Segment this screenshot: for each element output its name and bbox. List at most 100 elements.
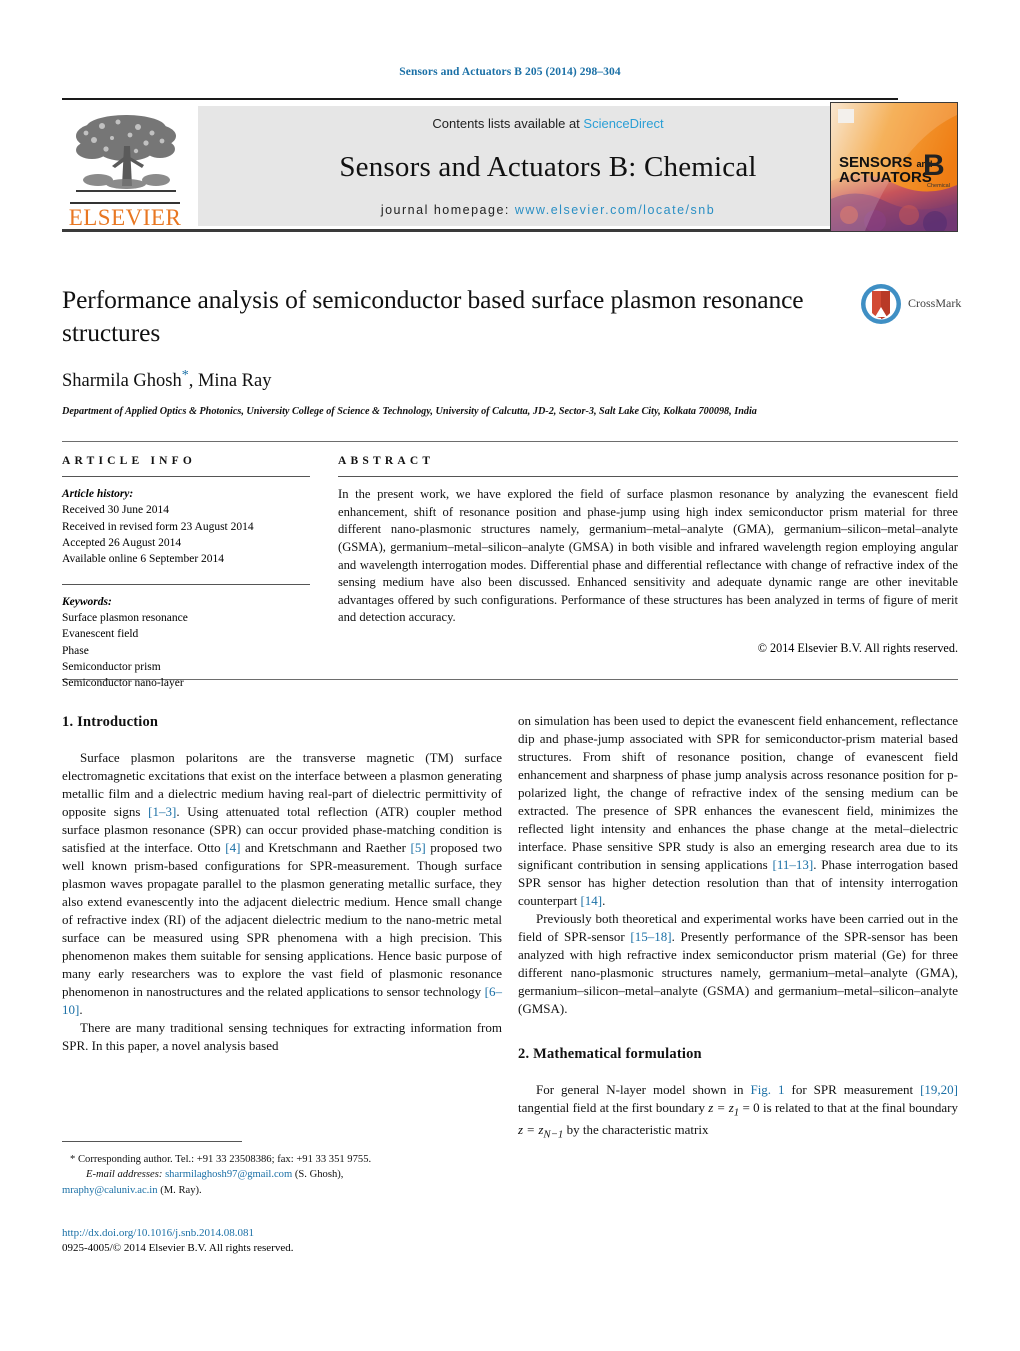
crossmark-icon — [861, 284, 901, 324]
author-primary: Sharmila Ghosh — [62, 371, 182, 392]
affiliation: Department of Applied Optics & Photonics… — [62, 406, 757, 418]
homepage-url-link[interactable]: www.elsevier.com/locate/snb — [515, 203, 715, 217]
citation-ref[interactable]: [1–3] — [148, 804, 176, 819]
elsevier-logo: ELSEVIER — [64, 106, 186, 230]
paragraph-intro-4: Previously both theoretical and experime… — [518, 910, 958, 1018]
footnote-block: * Corresponding author. Tel.: +91 33 235… — [62, 1152, 502, 1198]
paragraph-intro-2: There are many traditional sensing techn… — [62, 1020, 502, 1054]
para-text: and Kretschmann and Raether — [240, 840, 411, 856]
para-text: . — [602, 893, 606, 908]
page-title: Performance analysis of semiconductor ba… — [62, 285, 804, 348]
para-text: on simulation has been used to depict th… — [518, 713, 958, 872]
cover-letter-sub: Chemical — [927, 183, 950, 189]
paper-page: Sensors and Actuators B 205 (2014) 298–3… — [0, 0, 1020, 1351]
equation-z1: z = z — [708, 1100, 734, 1116]
info-section-top-rule — [62, 441, 958, 442]
keyword-item: Semiconductor prism — [62, 660, 161, 673]
para-text: for SPR measurement — [784, 1082, 921, 1098]
article-history-label: Article history: — [62, 488, 134, 500]
cover-letter-b: B — [923, 149, 945, 182]
abstract-column: ABSTRACT In the present work, we have ex… — [338, 455, 958, 656]
citation-ref[interactable]: [14] — [580, 893, 602, 908]
keyword-item: Semiconductor nano-layer — [62, 677, 184, 690]
citation-ref[interactable]: [4] — [225, 840, 240, 855]
homepage-prefix: journal homepage: — [380, 203, 515, 217]
keyword-item: Evanescent field — [62, 628, 139, 641]
para-text: For general N-layer model shown in — [536, 1082, 751, 1098]
sciencedirect-link[interactable]: ScienceDirect — [583, 116, 663, 131]
doi-link[interactable]: http://dx.doi.org/10.1016/j.snb.2014.08.… — [62, 1226, 502, 1241]
email-line-2: mraphy@caluniv.ac.in (M. Ray). — [62, 1183, 502, 1198]
keyword-item: Phase — [62, 644, 89, 657]
corresponding-author-note: * Corresponding author. Tel.: +91 33 235… — [62, 1152, 502, 1167]
article-info-rule — [62, 476, 310, 477]
equation-zn-sub: N−1 — [543, 1128, 564, 1141]
abstract-copyright: © 2014 Elsevier B.V. All rights reserved… — [757, 641, 958, 655]
journal-masthead: ELSEVIER Contents lists available at Sci… — [62, 98, 958, 232]
citation-ref[interactable]: [15–18] — [630, 929, 671, 944]
author-secondary: , Mina Ray — [188, 371, 272, 392]
author-list: Sharmila Ghosh*, Mina Ray — [62, 368, 958, 392]
keywords-label: Keywords: — [62, 595, 112, 608]
journal-band: Contents lists available at ScienceDirec… — [198, 106, 898, 226]
article-history-accepted: Accepted 26 August 2014 — [62, 536, 182, 549]
body-column-left: 1. Introduction Surface plasmon polarito… — [62, 712, 502, 1055]
email-addresses-label: E-mail addresses: — [86, 1169, 163, 1181]
equation-z1-value: = 0 — [739, 1100, 760, 1116]
contents-list-line: Contents lists available at ScienceDirec… — [198, 116, 898, 131]
footnote-rule — [62, 1141, 242, 1142]
email-line: E-mail addresses: sharmilaghosh97@gmail.… — [62, 1167, 502, 1182]
email-link-1[interactable]: sharmilaghosh97@gmail.com — [165, 1169, 292, 1180]
journal-homepage-line: journal homepage: www.elsevier.com/locat… — [198, 203, 898, 217]
article-info-heading: ARTICLE INFO — [62, 455, 197, 467]
abstract-body: In the present work, we have explored th… — [338, 487, 958, 625]
para-text: proposed two well known prism-based conf… — [62, 840, 502, 1000]
crossmark-label: CrossMark — [908, 296, 962, 310]
section-heading-introduction: 1. Introduction — [62, 714, 159, 730]
email-owner-2: (M. Ray). — [160, 1184, 202, 1196]
citation-ref[interactable]: [11–13] — [773, 857, 814, 872]
email-owner-1: (S. Ghosh), — [294, 1169, 344, 1181]
elsevier-wordmark: ELSEVIER — [68, 205, 182, 230]
citation-ref[interactable]: [5] — [411, 840, 426, 855]
corresponding-author-text: Corresponding author. Tel.: +91 33 23508… — [77, 1154, 372, 1165]
article-history-online: Available online 6 September 2014 — [62, 553, 225, 566]
running-head: Sensors and Actuators B 205 (2014) 298–3… — [399, 66, 621, 78]
article-history-revised: Received in revised form 23 August 2014 — [62, 520, 254, 533]
crossmark-badge[interactable]: CrossMark — [860, 283, 962, 329]
abstract-heading: ABSTRACT — [338, 455, 435, 467]
cover-elsevier-mark — [838, 109, 854, 123]
section-heading-math: 2. Mathematical formulation — [518, 1046, 702, 1062]
elsevier-tree-icon — [76, 115, 176, 192]
figure-ref[interactable]: Fig. 1 — [750, 1082, 784, 1097]
footnote-marker: * — [70, 1154, 76, 1165]
para-text: . — [79, 1002, 83, 1018]
masthead-bottom-rule — [62, 229, 898, 232]
contents-prefix: Contents lists available at — [432, 116, 584, 131]
citation-ref[interactable]: [19,20] — [920, 1082, 958, 1097]
keyword-item: Surface plasmon resonance — [62, 611, 188, 624]
para-text: tangential field at the first boundary — [518, 1100, 709, 1116]
cover-title-text: SENSORS and ACTUATORS — [839, 155, 933, 186]
para-text: by the characteristic matrix — [563, 1121, 709, 1137]
paragraph-intro-3: on simulation has been used to depict th… — [518, 712, 958, 910]
article-history-received: Received 30 June 2014 — [62, 504, 169, 517]
masthead-top-rule — [62, 98, 898, 100]
abstract-rule — [338, 476, 958, 477]
body-column-right: on simulation has been used to depict th… — [518, 712, 958, 1142]
article-info-column: ARTICLE INFO Article history: Received 3… — [62, 455, 310, 692]
journal-title: Sensors and Actuators B: Chemical — [339, 151, 757, 183]
equation-zn: z = z — [518, 1121, 544, 1137]
elsevier-underline — [70, 202, 180, 204]
cover-line2: ACTUATORS — [839, 169, 932, 187]
journal-cover-thumbnail[interactable]: SENSORS and ACTUATORS B Chemical — [830, 102, 958, 232]
para-text: is related to that at the final boundary — [759, 1100, 958, 1116]
paragraph-intro-1: Surface plasmon polaritons are the trans… — [62, 749, 502, 1019]
paragraph-math-1: For general N-layer model shown in Fig. … — [518, 1081, 958, 1142]
title-block: Performance analysis of semiconductor ba… — [62, 283, 958, 420]
issn-copyright-line: 0925-4005/© 2014 Elsevier B.V. All right… — [62, 1242, 294, 1255]
corresponding-author-marker: * — [181, 368, 189, 384]
email-link-2[interactable]: mraphy@caluniv.ac.in — [62, 1185, 158, 1196]
keywords-rule — [62, 583, 310, 585]
doi-block: http://dx.doi.org/10.1016/j.snb.2014.08.… — [62, 1226, 502, 1256]
